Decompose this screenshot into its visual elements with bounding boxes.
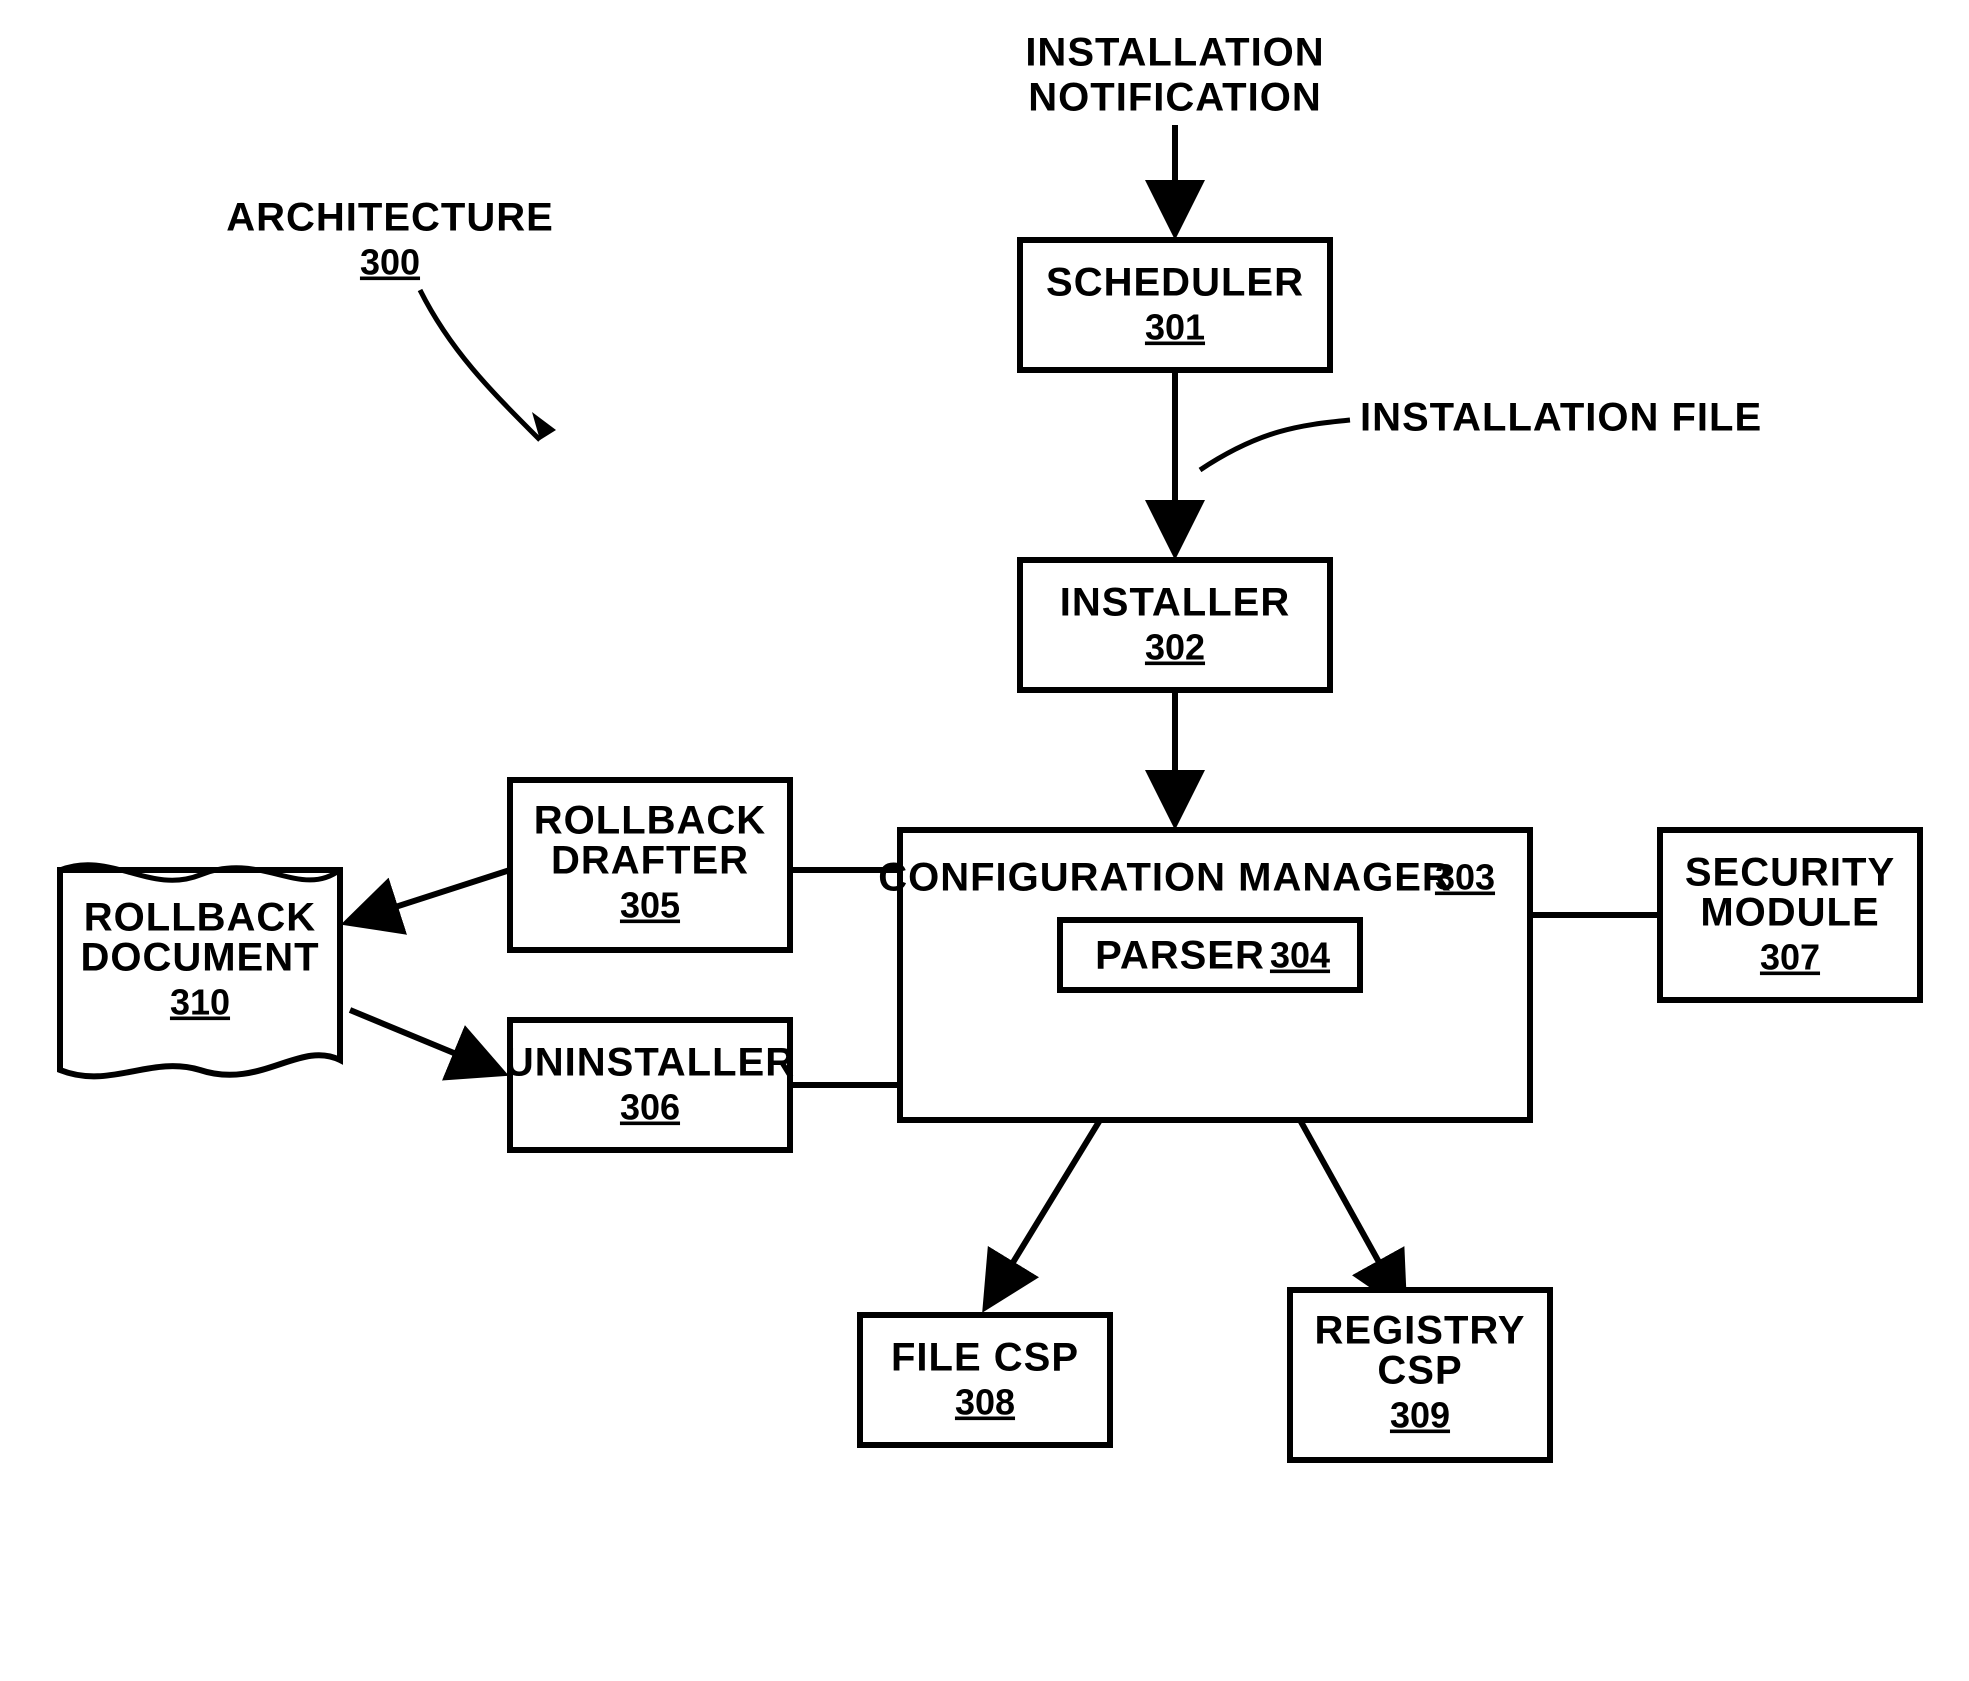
title-number: 300 [360,242,420,283]
installation-notification: INSTALLATION NOTIFICATION [1025,31,1324,225]
scheduler-label: SCHEDULER [1046,261,1304,305]
title-leader [420,290,540,440]
rollback-drafter-line1: ROLLBACK [534,799,766,843]
configuration-manager-number: 303 [1435,857,1495,898]
registry-csp-node: REGISTRY CSP 309 [1290,1290,1550,1460]
installer-node: INSTALLER 302 [1020,560,1330,690]
arrow-configmgr-to-registrycsp [1300,1120,1400,1300]
arrow-configmgr-to-filecsp [990,1120,1100,1300]
rollback-drafter-line2: DRAFTER [551,839,749,883]
security-module-number: 307 [1760,937,1820,978]
parser-label: PARSER [1095,934,1265,978]
security-module-line2: MODULE [1700,891,1879,935]
rollback-document-number: 310 [170,982,230,1023]
file-csp-node: FILE CSP 308 [860,1315,1110,1445]
uninstaller-label: UNINSTALLER [505,1041,795,1085]
arrow-document-to-uninstaller [350,1010,495,1070]
uninstaller-node: UNINSTALLER 306 [505,1020,795,1150]
installer-label: INSTALLER [1060,581,1290,625]
file-csp-number: 308 [955,1382,1015,1423]
configuration-manager-label: CONFIGURATION MANAGER [878,856,1452,900]
rollback-drafter-number: 305 [620,885,680,926]
security-module-node: SECURITY MODULE 307 [1660,830,1920,1000]
rollback-drafter-node: ROLLBACK DRAFTER 305 [510,780,790,950]
uninstaller-number: 306 [620,1087,680,1128]
diagram-title: ARCHITECTURE 300 [226,196,556,440]
installation-file-leader [1200,420,1350,470]
scheduler-number: 301 [1145,307,1205,348]
registry-csp-number: 309 [1390,1395,1450,1436]
installer-box [1020,560,1330,690]
security-module-line1: SECURITY [1685,851,1895,895]
rollback-document-node: ROLLBACK DOCUMENT 310 [60,865,340,1077]
scheduler-node: SCHEDULER 301 [1020,240,1330,370]
rollback-document-line2: DOCUMENT [80,936,319,980]
file-csp-label: FILE CSP [891,1336,1079,1380]
configuration-manager-node: CONFIGURATION MANAGER 303 PARSER 304 [878,830,1530,1120]
architecture-diagram: ARCHITECTURE 300 INSTALLATION NOTIFICATI… [0,0,1969,1681]
installation-file-label: INSTALLATION FILE [1360,396,1762,440]
parser-number: 304 [1270,935,1330,976]
arrow-drafter-to-document [355,870,510,920]
registry-csp-line1: REGISTRY [1315,1309,1526,1353]
file-csp-box [860,1315,1110,1445]
registry-csp-line2: CSP [1377,1349,1462,1393]
scheduler-box [1020,240,1330,370]
title-text: ARCHITECTURE [226,196,554,240]
rollback-document-line1: ROLLBACK [84,896,316,940]
uninstaller-box [510,1020,790,1150]
installation-notification-line2: NOTIFICATION [1028,76,1321,120]
installer-number: 302 [1145,627,1205,668]
installation-notification-line1: INSTALLATION [1025,31,1324,75]
